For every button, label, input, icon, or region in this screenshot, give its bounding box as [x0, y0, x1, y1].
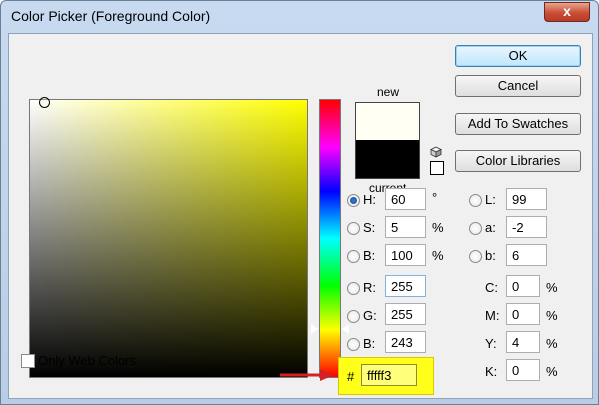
only-web-colors-label: Only Web Colors: [38, 353, 137, 368]
saturation-brightness-field[interactable]: [29, 97, 308, 378]
cyan-label: C:: [485, 280, 498, 295]
color-libraries-button[interactable]: Color Libraries: [455, 150, 581, 172]
yellow-label: Y:: [485, 336, 497, 351]
hex-input[interactable]: fffff3: [361, 364, 417, 386]
new-color-swatch: [356, 103, 419, 140]
brightness-unit: %: [432, 248, 444, 263]
lab-b-radio[interactable]: [469, 250, 482, 263]
green-input[interactable]: 255: [385, 303, 426, 325]
black-input[interactable]: 0: [506, 359, 540, 381]
saturation-label: S:: [363, 220, 376, 235]
yellow-input[interactable]: 4: [506, 331, 540, 353]
red-radio[interactable]: [347, 282, 360, 295]
magenta-input[interactable]: 0: [506, 303, 540, 325]
saturation-input[interactable]: 5: [385, 216, 426, 238]
hue-slider-handle-left[interactable]: [310, 323, 318, 335]
out-of-gamut-cube-icon[interactable]: [430, 146, 442, 158]
hex-hash-label: #: [347, 369, 355, 384]
magenta-unit: %: [546, 308, 558, 323]
black-label: K:: [485, 364, 498, 379]
title-bar: Color Picker (Foreground Color) x: [1, 1, 598, 33]
lab-a-label: a:: [485, 220, 496, 235]
brightness-label: B:: [363, 248, 376, 263]
saturation-unit: %: [432, 220, 444, 235]
color-field-cursor[interactable]: [39, 97, 50, 108]
cancel-button[interactable]: Cancel: [455, 75, 581, 97]
lab-b-label: b:: [485, 248, 496, 263]
yellow-unit: %: [546, 336, 558, 351]
cyan-unit: %: [546, 280, 558, 295]
add-to-swatches-button[interactable]: Add To Swatches: [455, 113, 581, 135]
close-button[interactable]: x: [544, 2, 590, 22]
color-picker-window: Color Picker (Foreground Color) x new cu…: [0, 0, 599, 405]
lab-l-label: L:: [485, 192, 496, 207]
only-web-colors-checkbox[interactable]: [21, 354, 35, 368]
green-radio[interactable]: [347, 310, 360, 323]
color-preview: [355, 102, 420, 179]
hue-label: H:: [363, 192, 376, 207]
lab-a-input[interactable]: -2: [506, 216, 547, 238]
current-color-swatch[interactable]: [356, 140, 419, 178]
brightness-radio[interactable]: [347, 250, 360, 263]
red-arrow-icon: [280, 369, 334, 381]
black-unit: %: [546, 364, 558, 379]
green-label: G:: [363, 308, 377, 323]
lab-a-radio[interactable]: [469, 222, 482, 235]
new-color-label: new: [377, 85, 400, 99]
red-input[interactable]: 255: [385, 275, 426, 297]
window-title: Color Picker (Foreground Color): [11, 8, 211, 24]
dialog-body: new current OK Cancel Add To Swatches Co…: [8, 33, 593, 399]
ok-button[interactable]: OK: [455, 45, 581, 67]
lab-b-input[interactable]: 6: [506, 244, 547, 266]
saturation-radio[interactable]: [347, 222, 360, 235]
lab-l-radio[interactable]: [469, 194, 482, 207]
hue-radio[interactable]: [347, 194, 360, 207]
lab-l-input[interactable]: 99: [506, 188, 547, 210]
blue-radio[interactable]: [347, 338, 360, 351]
magenta-label: M:: [485, 308, 500, 323]
blue-input[interactable]: 243: [385, 331, 426, 353]
brightness-input[interactable]: 100: [385, 244, 426, 266]
hue-slider[interactable]: [319, 99, 341, 378]
blue-label: B:: [363, 336, 376, 351]
web-safe-color-swatch[interactable]: [430, 161, 444, 175]
cyan-input[interactable]: 0: [506, 275, 540, 297]
hue-slider-handle-right[interactable]: [341, 323, 349, 335]
hue-input[interactable]: 60: [385, 188, 426, 210]
hue-unit: °: [432, 190, 438, 205]
red-label: R:: [363, 280, 376, 295]
